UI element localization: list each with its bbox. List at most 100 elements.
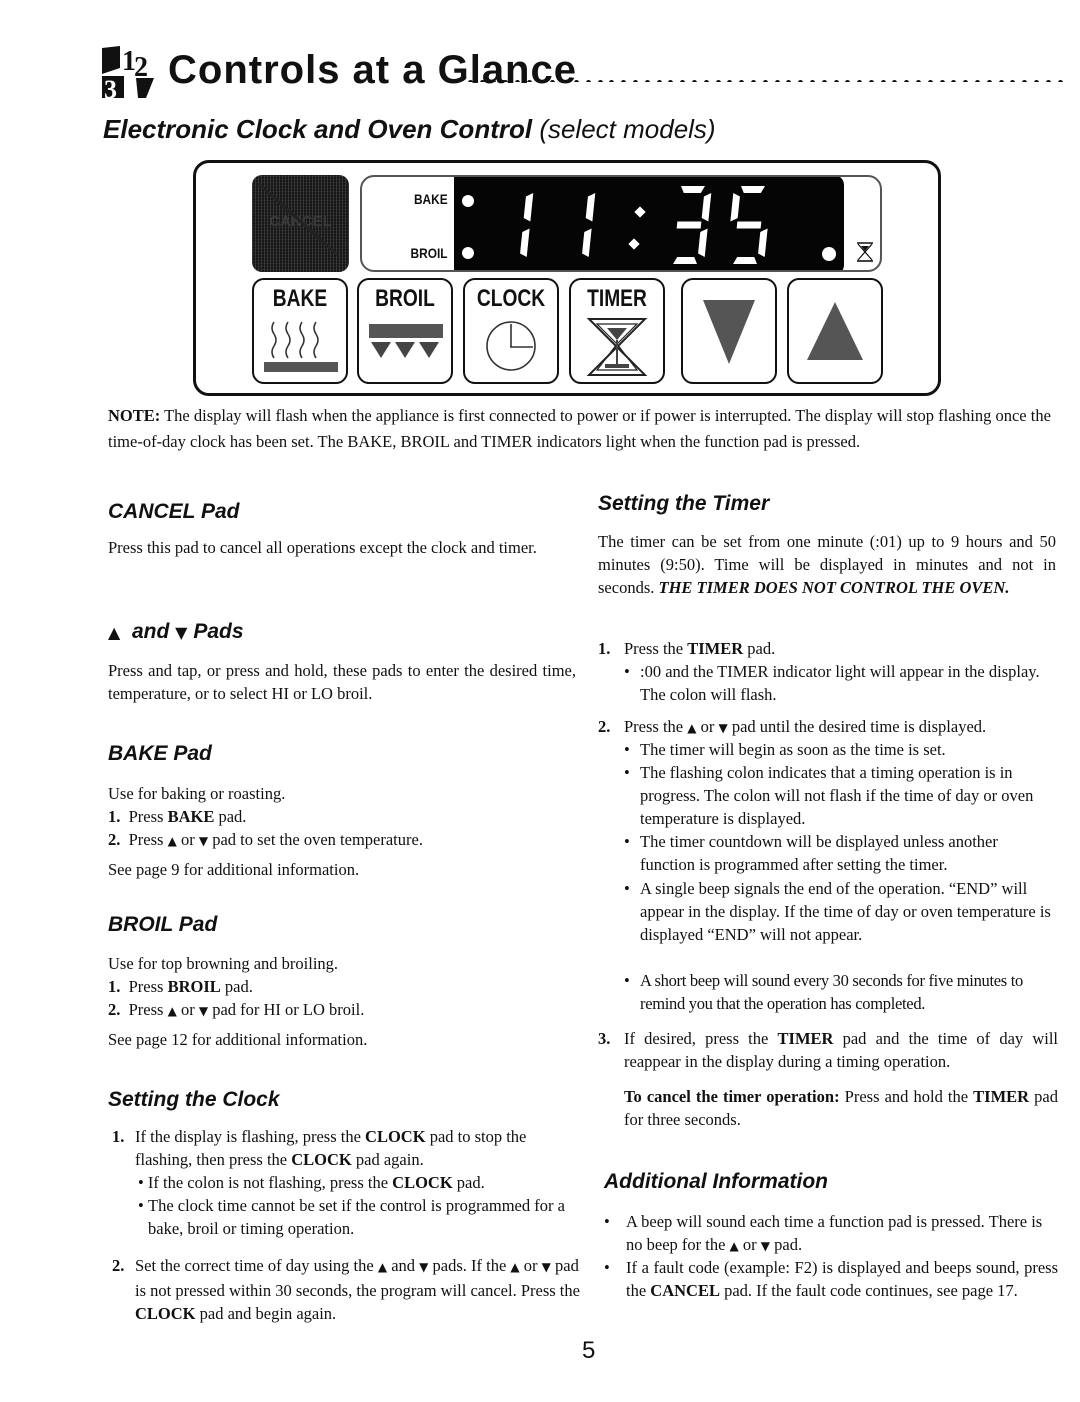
up-arrow-pad[interactable] [787,278,883,384]
broil-pad[interactable]: BROIL [357,278,453,384]
time-digits [520,186,768,264]
page-title: Controls at a Glance [168,48,577,92]
bake-intro: Use for baking or roasting. [108,784,286,803]
bake-step-2: 2. Press ▲ or ▼ pad to set the oven temp… [108,830,423,849]
page-number: 5 [582,1337,596,1364]
broil-step-2: 2. Press ▲ or ▼ pad for HI or LO broil. [108,1000,365,1019]
additional-bullet-2: If a fault code (example: F2) is display… [626,1258,1058,1300]
segment-g [676,221,702,229]
bullet-dot: • [604,1258,610,1277]
subtitle-qualifier: (select models) [539,114,716,144]
timer-indicator-hourglass-icon [857,242,873,262]
broil-intro: Use for top browning and broiling. [108,954,339,973]
section-subtitle: Electronic Clock and Oven Control (selec… [103,114,716,145]
svg-text:3: 3 [104,75,117,100]
heading-broil-pad: BROIL Pad [108,913,218,936]
timer-step-1-bullet: :00 and the TIMER indicator light will a… [640,662,1040,704]
indicator-label-bake: BAKE [414,191,448,207]
segment-c [698,228,708,257]
bullet-dot: • [624,740,630,759]
broil-pad-label: BROIL [375,285,435,312]
heading-pads: Pads [193,620,244,643]
cancel-pad[interactable]: CANCEL [252,175,349,272]
up-triangle-icon: ▲ [729,1239,739,1253]
timer-bullet: A short beep will sound every 30 seconds… [640,971,1023,1013]
colon-dot [634,206,646,218]
clock-bullet-2: The clock time cannot be set if the cont… [148,1196,565,1238]
clock-pad-label: CLOCK [476,285,546,312]
note-lead: NOTE: [108,406,161,425]
timer-step-3: If desired, press the TIMER pad and the … [624,1029,1058,1071]
broil-step-1: 1. Press BROIL pad. [108,977,253,996]
clock-step-2-number: 2. [112,1256,125,1275]
timer-bullet: The timer countdown will be displayed un… [640,832,998,874]
clock-step-1: If the display is flashing, press the CL… [135,1127,527,1169]
clock-step-2: Set the correct time of day using the ▲ … [135,1256,580,1323]
segment-c [520,228,530,257]
clock-pad[interactable]: CLOCK [463,278,559,384]
bake-step-1: 1. Press BAKE pad. [108,807,247,826]
timer-intro: The timer can be set from one minute (:0… [598,532,1056,597]
down-arrow-pad[interactable] [681,278,777,384]
broil-see-page: See page 12 for additional information. [108,1030,368,1049]
segment-c [582,228,592,257]
up-triangle-icon: ▲ [167,1004,177,1018]
digit-5 [730,186,768,264]
segment-a [681,186,705,193]
clock-icon [486,321,536,371]
digit-1 [582,193,596,257]
bullet-dot: • [624,662,630,681]
timer-bullet: A single beep signals the end of the ope… [640,879,1051,944]
timer-indicator-light [822,247,836,261]
note-paragraph: NOTE: The display will flash when the ap… [108,403,1058,455]
bake-heat-icon [264,321,338,372]
down-triangle-icon: ▼ [760,1239,771,1253]
segment-d [733,257,757,264]
bullet-dot: • [624,832,630,851]
bullet-dot: • [604,1212,610,1231]
numbers-logo-icon: 1 2 3 [100,44,156,100]
digit-3 [673,186,712,264]
up-triangle-icon: ▲ [108,623,121,642]
indicator-label-broil: BROIL [410,245,448,261]
bullet-dot: • [624,971,630,990]
segment-f [730,193,740,222]
down-triangle-icon: ▼ [198,1004,209,1018]
segment-b [701,193,712,222]
clock-step-1-number: 1. [112,1127,125,1146]
down-triangle-icon: ▼ [541,1260,551,1274]
timer-step-1: Press the TIMER pad. [624,639,776,658]
note-text: The display will flash when the applianc… [108,406,1051,451]
up-arrow-icon [807,302,863,360]
timer-step-1-number: 1. [598,639,611,658]
clock-bullet-1: • If the colon is not flashing, press th… [138,1173,485,1192]
arrow-pads-description: Press and tap, or press and hold, these … [108,661,576,703]
additional-bullet-1: A beep will sound each time a function p… [626,1212,1043,1254]
up-triangle-icon: ▲ [167,834,177,848]
segment-g [736,221,762,229]
down-triangle-icon: ▼ [718,721,728,735]
heading-and: and [131,620,170,643]
segment-a [741,186,765,193]
up-triangle-icon: ▲ [377,1260,388,1274]
up-triangle-icon: ▲ [510,1260,520,1274]
bake-pad[interactable]: BAKE [252,278,348,384]
subtitle-main: Electronic Clock and Oven Control [103,114,533,144]
down-arrow-icon [703,300,755,364]
timer-bullet: The flashing colon indicates that a timi… [640,763,1034,828]
hourglass-icon [586,318,648,376]
timer-pad[interactable]: TIMER [569,278,665,384]
heading-setting-timer: Setting the Timer [598,492,770,515]
bake-pad-label: BAKE [272,285,328,312]
down-triangle-icon: ▼ [198,834,209,848]
broil-element-icon [369,324,443,358]
timer-step-3-number: 3. [598,1029,611,1048]
segment-b [585,193,596,222]
heading-cancel-pad: CANCEL Pad [108,500,240,523]
timer-pad-label: TIMER [587,285,647,312]
page-header: 1 2 3 Controls at a Glance [100,42,1080,104]
segment-d [673,257,697,264]
heading-setting-clock: Setting the Clock [108,1088,280,1111]
timer-step-2-number: 2. [598,717,611,736]
clock-display: BAKE BROIL [360,175,882,272]
